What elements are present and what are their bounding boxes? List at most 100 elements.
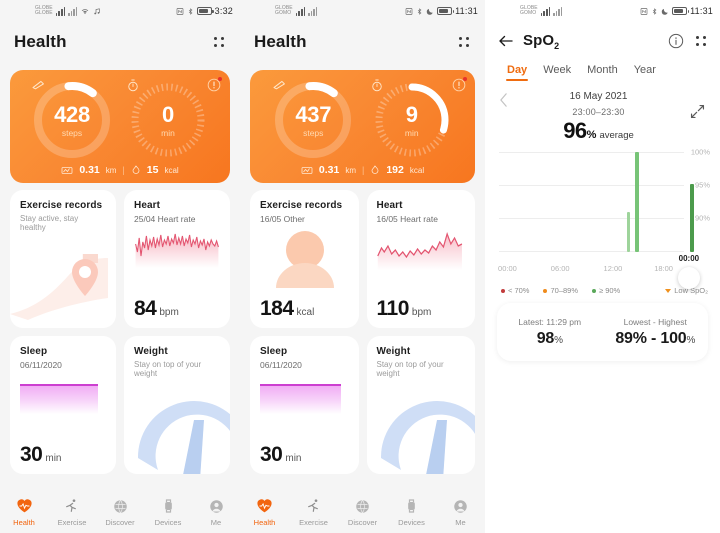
active-minutes-unit: min xyxy=(161,127,175,138)
y-tick-label: 100% xyxy=(690,147,710,157)
daily-activity-banner[interactable]: 428 steps 0 min 0.31 km | 15 kcal xyxy=(10,70,230,183)
sleep-bar xyxy=(20,384,98,414)
heart-pulse-icon xyxy=(15,497,33,515)
legend-dot-icon xyxy=(592,288,597,293)
battery-icon xyxy=(672,7,690,15)
calories-value: 15 xyxy=(146,164,159,176)
card-subtitle: Stay on top of your weight xyxy=(376,360,444,378)
status-bar-clock: 11:31 xyxy=(690,6,713,16)
person-avatar xyxy=(276,231,334,288)
card-exercise-records[interactable]: Exercise records 16/05 Other 184 kcal xyxy=(250,190,359,328)
nfc-icon xyxy=(640,7,648,15)
steps-value: 428 xyxy=(54,101,90,127)
heart-rate-graph xyxy=(135,233,219,268)
status-bar: GLOBE GLOBE 3:32 xyxy=(0,0,240,22)
card-heart[interactable]: Heart 25/04 Heart rate 84 bpm xyxy=(124,190,230,328)
signal-bars-icon xyxy=(68,6,78,16)
summary-average: 96% average xyxy=(508,118,689,144)
status-bar-right: 11:31 xyxy=(405,6,478,16)
tab-month[interactable]: Month xyxy=(587,64,618,81)
card-title: Weight xyxy=(376,346,411,357)
moon-icon xyxy=(426,8,433,15)
nav-label: Me xyxy=(455,518,466,527)
card-heart[interactable]: Heart 16/05 Heart rate 110 bpm xyxy=(366,190,475,328)
nav-item-me[interactable]: Me xyxy=(436,497,485,527)
three-phone-screenshot-composite: GLOBE GLOBE 3:32 Health 428 steps 0 min … xyxy=(0,0,720,533)
carrier-label: GLOBE GLOBE xyxy=(35,4,53,16)
legend-label: 70–89% xyxy=(550,286,579,295)
card-value: 84 bpm xyxy=(134,297,179,320)
card-sleep[interactable]: Sleep 06/11/2020 30 min xyxy=(250,336,359,474)
heart-rate-graph xyxy=(376,232,462,270)
average-label: average xyxy=(599,130,634,141)
expand-arrows-icon[interactable] xyxy=(689,103,706,120)
flame-icon xyxy=(132,165,140,174)
battery-icon xyxy=(437,7,455,15)
running-icon xyxy=(63,497,81,515)
x-tick-label: 06:00 xyxy=(550,264,570,273)
person-icon xyxy=(207,497,225,515)
card-value: 110 bpm xyxy=(376,297,432,320)
card-grid: Exercise records Stay active, stay healt… xyxy=(0,183,240,474)
info-circle-icon[interactable] xyxy=(668,33,684,49)
watch-icon xyxy=(159,497,177,515)
sleep-bar xyxy=(260,384,341,414)
watch-icon xyxy=(403,497,421,515)
tab-day[interactable]: Day xyxy=(505,64,529,81)
nav-item-discover[interactable]: Discover xyxy=(338,497,387,527)
grid-menu-icon[interactable] xyxy=(694,34,708,48)
signal-bars-icon xyxy=(295,6,306,16)
card-grid: Exercise records 16/05 Other 184 kcal Hea… xyxy=(240,183,485,474)
grid-menu-icon[interactable] xyxy=(212,35,226,49)
nav-item-discover[interactable]: Discover xyxy=(96,497,144,527)
steps-ring: 437 steps xyxy=(272,79,354,161)
nav-item-exercise[interactable]: Exercise xyxy=(48,497,96,527)
card-title: Exercise records xyxy=(20,200,103,211)
card-value: 30 min xyxy=(20,443,62,466)
stat-latest: Latest: 11:29 pm 98% xyxy=(497,317,603,348)
status-bar-clock: 3:32 xyxy=(214,6,233,16)
grid-menu-icon[interactable] xyxy=(457,35,471,49)
legend-label: < 70% xyxy=(508,286,530,295)
nav-item-exercise[interactable]: Exercise xyxy=(289,497,338,527)
card-exercise-records[interactable]: Exercise records Stay active, stay healt… xyxy=(10,190,116,328)
spo2-chart[interactable]: 100% 95% 90% xyxy=(499,148,710,252)
summary-time-range: 23:00–23:30 xyxy=(572,107,625,117)
card-title: Heart xyxy=(134,200,161,211)
signal-bars-icon xyxy=(55,6,66,16)
signal-bars-icon xyxy=(553,6,563,16)
route-icon xyxy=(301,166,313,174)
legend-item-90-plus: ≥ 90% xyxy=(592,286,620,295)
banner-footer-stats: 0.31 km | 192 kcal xyxy=(250,164,475,176)
distance-value: 0.31 xyxy=(318,164,340,176)
card-title: Weight xyxy=(134,346,168,357)
chevron-left-icon[interactable] xyxy=(499,93,508,109)
nav-item-devices[interactable]: Devices xyxy=(144,497,192,527)
card-sleep[interactable]: Sleep 06/11/2020 30 min xyxy=(10,336,116,474)
card-weight[interactable]: Weight Stay on top of your weight xyxy=(124,336,230,474)
wifi-icon xyxy=(82,8,89,14)
average-value: 96 xyxy=(563,118,587,143)
app-header: SpO2 xyxy=(485,22,720,60)
bluetooth-icon xyxy=(188,7,193,15)
card-title: Sleep xyxy=(260,346,288,357)
tab-year[interactable]: Year xyxy=(634,64,656,81)
nav-item-health[interactable]: Health xyxy=(240,497,289,527)
banner-footer-stats: 0.31 km | 15 kcal xyxy=(10,164,230,176)
card-weight[interactable]: Weight Stay on top of your weight xyxy=(366,336,475,474)
back-arrow-icon[interactable] xyxy=(497,32,515,50)
nav-item-devices[interactable]: Devices xyxy=(387,497,436,527)
route-icon xyxy=(61,166,73,174)
nav-label: Exercise xyxy=(299,518,328,527)
nav-item-me[interactable]: Me xyxy=(192,497,240,527)
music-note-icon xyxy=(94,7,101,14)
nav-label: Discover xyxy=(105,518,135,527)
nav-item-health[interactable]: Health xyxy=(0,497,48,527)
calories-unit: kcal xyxy=(409,165,425,175)
chart-x-axis: 00:00 06:00 12:00 18:00 00:00 xyxy=(498,254,710,289)
status-bar-clock: 11:31 xyxy=(455,6,478,16)
app-header: Health xyxy=(240,22,485,62)
daily-activity-banner[interactable]: 437 steps 9 min 0.31 km | 192 kcal xyxy=(250,70,475,183)
chart-scrubber-handle[interactable] xyxy=(677,267,700,289)
tab-week[interactable]: Week xyxy=(543,64,571,81)
